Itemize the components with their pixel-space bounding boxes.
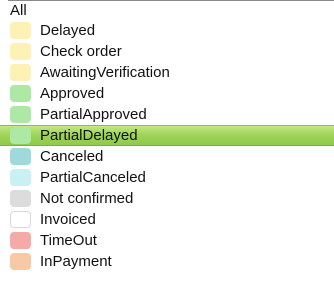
status-color-swatch xyxy=(10,232,31,249)
list-item[interactable]: Canceled xyxy=(0,146,334,167)
status-color-swatch xyxy=(10,43,31,60)
status-color-swatch xyxy=(10,106,31,123)
list-item-label: Invoiced xyxy=(40,211,96,228)
list-item-all[interactable]: All xyxy=(0,1,334,20)
list-item[interactable]: PartialApproved xyxy=(0,104,334,125)
list-item-label: Approved xyxy=(40,85,105,102)
status-color-swatch xyxy=(10,211,31,228)
status-color-swatch xyxy=(10,190,31,207)
list-item-label: Not confirmed xyxy=(40,190,134,207)
list-item-label: PartialDelayed xyxy=(40,127,138,144)
list-item[interactable]: Invoiced xyxy=(0,209,334,230)
list-item-label: TimeOut xyxy=(40,232,97,249)
list-item[interactable]: Check order xyxy=(0,41,334,62)
list-item-label: Delayed xyxy=(40,22,96,39)
status-color-swatch xyxy=(10,169,31,186)
list-item-label: Check order xyxy=(40,43,122,60)
list-item[interactable]: AwaitingVerification xyxy=(0,62,334,83)
list-item-label: Canceled xyxy=(40,148,104,165)
list-item[interactable]: InPayment xyxy=(0,251,334,272)
status-dropdown-list[interactable]: All Delayed Check order AwaitingVerifica… xyxy=(0,1,334,272)
list-item-label: PartialApproved xyxy=(40,106,147,123)
status-color-swatch xyxy=(10,22,31,39)
list-item[interactable]: TimeOut xyxy=(0,230,334,251)
list-item-label: InPayment xyxy=(40,253,112,270)
list-item-label: All xyxy=(10,2,27,19)
list-item[interactable]: Not confirmed xyxy=(0,188,334,209)
status-color-swatch xyxy=(10,148,31,165)
list-item-label: AwaitingVerification xyxy=(40,64,170,81)
status-color-swatch xyxy=(10,64,31,81)
list-item-label: PartialCanceled xyxy=(40,169,146,186)
status-color-swatch xyxy=(10,127,31,144)
list-item[interactable]: Approved xyxy=(0,83,334,104)
list-item[interactable]: PartialCanceled xyxy=(0,167,334,188)
list-item-highlighted[interactable]: PartialDelayed xyxy=(0,125,334,146)
status-color-swatch xyxy=(10,85,31,102)
status-color-swatch xyxy=(10,253,31,270)
list-item[interactable]: Delayed xyxy=(0,20,334,41)
